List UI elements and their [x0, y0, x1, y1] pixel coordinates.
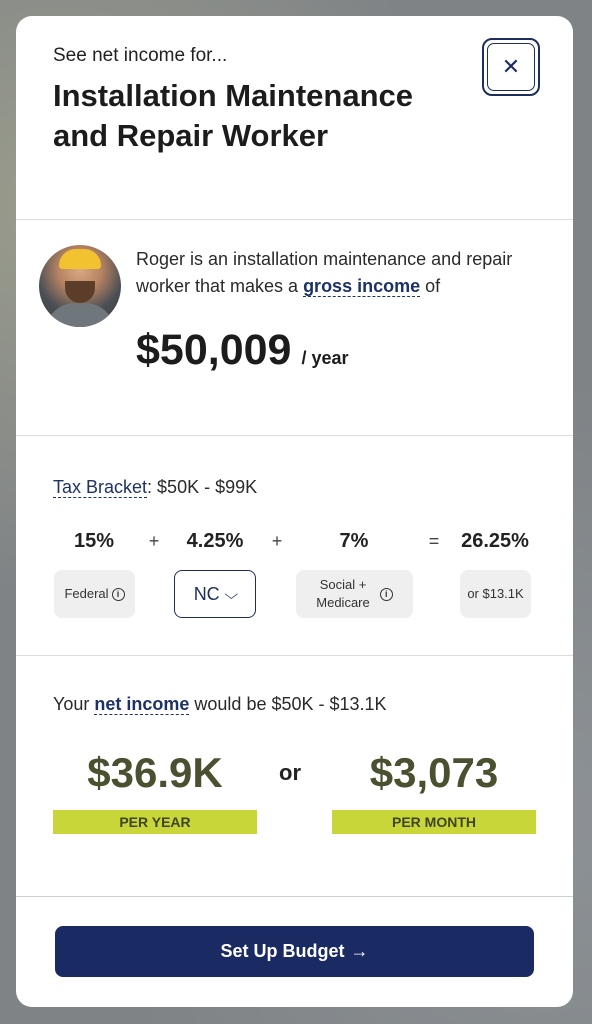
tax-bracket-value: : $50K - $99K: [147, 477, 258, 497]
net-income-line: Your net income would be $50K - $13.1K: [53, 694, 387, 715]
plus-sign: +: [271, 531, 283, 551]
net-line-start: Your: [53, 694, 95, 714]
tax-section: Tax Bracket: $50K - $99K 15% + 4.25% + 7…: [16, 437, 573, 655]
avatar: [39, 245, 121, 327]
per-year-tag: PER YEAR: [53, 810, 257, 834]
federal-rate: 15%: [73, 530, 115, 552]
social-label-line1: Social +: [319, 577, 367, 592]
gross-income-amount: $50,009: [136, 326, 292, 374]
state-select[interactable]: NC ⌵: [174, 570, 256, 618]
social-medicare-label: Social + Medicare: [316, 576, 369, 612]
set-up-budget-button[interactable]: Set Up Budget →: [55, 926, 534, 977]
tax-bracket-link[interactable]: Tax Bracket: [53, 477, 148, 498]
bio-text-end: of: [420, 276, 441, 296]
social-medicare-pill: Social + Medicare i: [296, 570, 413, 618]
close-icon: ✕: [487, 43, 535, 91]
close-button[interactable]: ✕: [482, 38, 540, 96]
federal-pill: Federal i: [54, 570, 135, 618]
net-income-yearly: $36.9K: [87, 749, 223, 796]
total-rate: 26.25%: [461, 530, 529, 552]
net-line-end: would be $50K - $13.1K: [189, 694, 387, 714]
tax-bracket-line: Tax Bracket: $50K - $99K: [53, 477, 257, 498]
arrow-right-icon: →: [350, 941, 369, 961]
modal-eyebrow: See net income for...: [53, 45, 228, 66]
or-separator: or: [279, 760, 301, 785]
gross-income-display: $50,009 / year: [136, 326, 348, 375]
divider: [16, 896, 573, 897]
net-income-monthly: $3,073: [369, 749, 499, 796]
total-tax-pill: or $13.1K: [460, 570, 531, 618]
gross-income-link[interactable]: gross income: [303, 276, 421, 297]
info-icon[interactable]: i: [379, 587, 393, 601]
net-income-section: Your net income would be $50K - $13.1K $…: [16, 656, 573, 896]
net-income-link[interactable]: net income: [94, 694, 190, 715]
chevron-down-icon: ⌵: [224, 585, 238, 602]
modal-title: Installation Maintenance and Repair Work…: [53, 78, 414, 153]
set-up-budget-label: Set Up Budget: [220, 941, 345, 961]
hard-hat-icon: [59, 249, 101, 269]
info-icon[interactable]: i: [111, 587, 125, 601]
state-rate: 4.25%: [186, 530, 244, 552]
divider: [16, 435, 573, 436]
modal-header: See net income for... Installation Maint…: [16, 16, 573, 220]
per-month-tag: PER MONTH: [332, 810, 536, 834]
avatar-shirt: [45, 303, 115, 327]
federal-label: Federal: [64, 586, 109, 601]
social-label-line2: Medicare: [316, 595, 370, 610]
social-rate: 7%: [339, 530, 369, 552]
worker-bio: Roger is an installation maintenance and…: [136, 246, 516, 300]
gross-income-period: / year: [301, 348, 349, 368]
state-selected-value: NC: [193, 583, 220, 604]
avatar-beard: [65, 281, 95, 303]
